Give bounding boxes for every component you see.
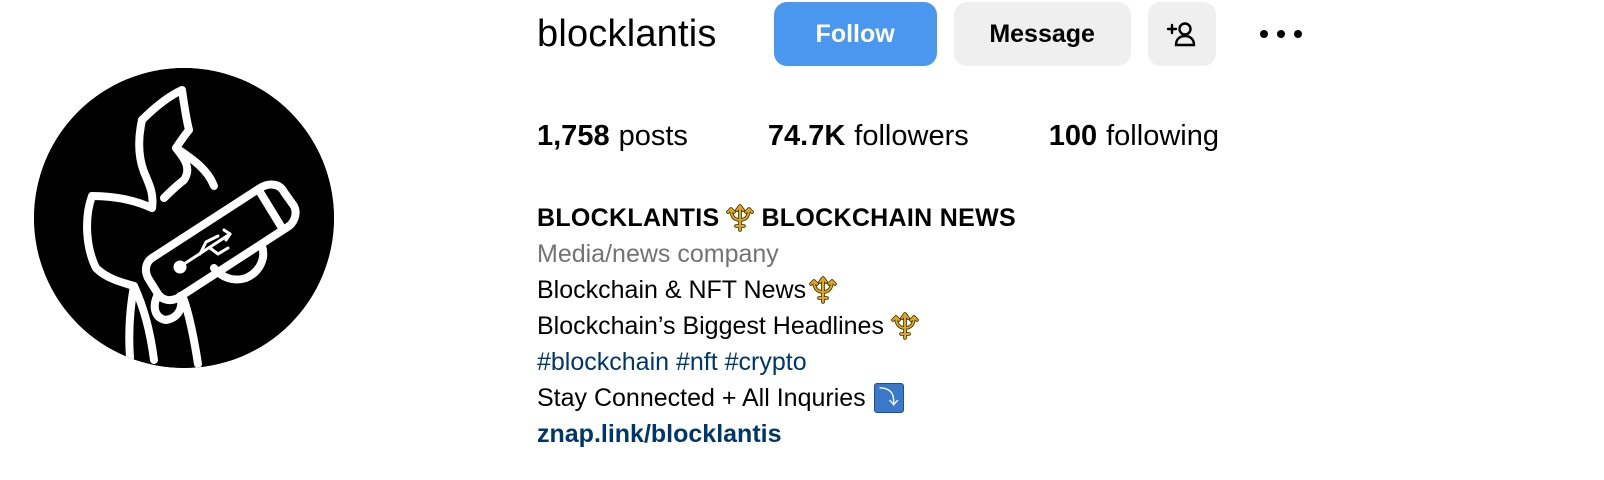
add-user-icon [1166, 22, 1195, 47]
profile-username: blocklantis [537, 12, 717, 55]
follow-button[interactable]: Follow [773, 2, 937, 66]
bio-link-row: znap.link/blocklantis [537, 416, 1016, 452]
following-count: 100 [1048, 120, 1098, 152]
bio-line-1-text: Blockchain & NFT News [537, 276, 807, 304]
profile-page: blocklantis Follow Message 1,758 posts 7… [0, 0, 1604, 480]
message-button[interactable]: Message [953, 2, 1131, 66]
add-user-button[interactable] [1147, 2, 1216, 66]
bio-category: Media/news company [537, 240, 779, 268]
down-arrow-icon: ⤵ [873, 383, 904, 413]
bio-name-part1: BLOCKLANTIS [537, 204, 720, 232]
posts-label: posts [618, 120, 688, 152]
followers-label: followers [854, 120, 969, 152]
bio-line-4: Stay Connected + All Inquries ⤵ [537, 380, 1016, 416]
posts-stat: 1,758 posts [537, 120, 688, 153]
bio-line-2-text: Blockchain’s Biggest Headlines [537, 312, 884, 340]
usb-figure-logo-icon [34, 68, 334, 368]
profile-header: blocklantis Follow Message [537, 2, 1311, 66]
bio-hashtags: #blockchain #nft #crypto [537, 344, 1016, 380]
followers-count: 74.7K [767, 120, 846, 152]
posts-count: 1,758 [537, 120, 610, 152]
followers-stat[interactable]: 74.7K followers [768, 120, 969, 153]
bio-line-2: Blockchain’s Biggest Headlines [537, 308, 1016, 344]
bio-link[interactable]: znap.link/blocklantis [537, 416, 782, 452]
following-stat[interactable]: 100 following [1049, 120, 1219, 153]
bio-display-name: BLOCKLANTIS BLOCKCHAIN NEWS [537, 200, 1016, 236]
trident-icon [726, 204, 755, 232]
bio-name-part2: BLOCKCHAIN NEWS [761, 204, 1016, 232]
more-options-button[interactable] [1251, 2, 1311, 66]
trident-icon [809, 276, 837, 304]
profile-bio: BLOCKLANTIS BLOCKCHAIN NEWS Media/news c… [537, 200, 1016, 452]
following-label: following [1106, 120, 1219, 152]
hashtag-link[interactable]: #blockchain [537, 344, 669, 380]
bio-line-4-text: Stay Connected + All Inquries [537, 384, 866, 412]
trident-icon [891, 312, 919, 340]
hashtag-link[interactable]: #crypto [725, 344, 807, 380]
profile-avatar[interactable] [34, 68, 334, 368]
profile-stats: 1,758 posts 74.7K followers 100 followin… [537, 120, 1219, 153]
hashtag-link[interactable]: #nft [676, 344, 718, 380]
bio-line-1: Blockchain & NFT News [537, 272, 1016, 308]
more-options-icon [1259, 30, 1302, 38]
